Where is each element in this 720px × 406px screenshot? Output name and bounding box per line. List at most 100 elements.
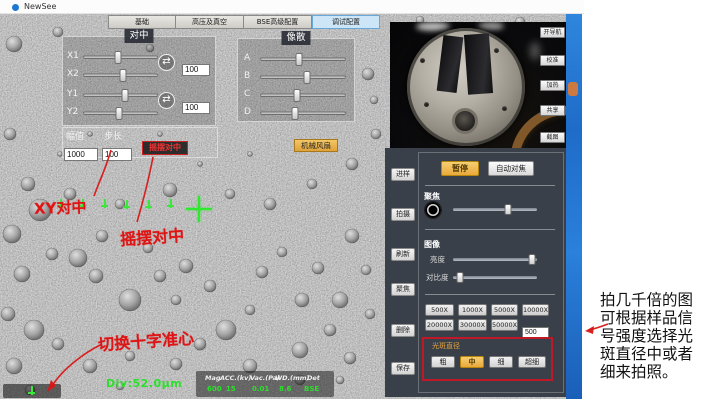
annotation-xy-centering: XY对中 [34,196,87,219]
mechanical-fan-button[interactable]: 机械风扇 [294,139,338,152]
slider-thumb-a[interactable] [295,53,302,66]
scale-tick [144,200,153,209]
margin-note-line: 可根据样品信 [600,309,718,327]
mag-5000x-button[interactable]: 5000X [491,304,518,316]
slider-label-x1: X1 [67,51,79,61]
image-section-label: 图像 [424,239,440,250]
scale-tick [100,199,109,208]
window-title: NewSee [24,2,56,11]
y-gain-input[interactable] [182,102,210,114]
slider-thumb-x2[interactable] [119,69,126,82]
mag-500x-button[interactable]: 500X [425,304,454,316]
mag-20000x-button[interactable]: 20000X [425,319,454,331]
contrast-slider-thumb[interactable] [456,272,463,283]
slider-row-c: C [244,89,350,101]
div-readout: Div:52.0μm [106,377,182,390]
delete-button[interactable]: 删除 [391,324,415,337]
screw-hole [494,48,499,53]
x-swap-icon[interactable]: ⇄ [158,54,175,71]
desktop-edge-strip [566,14,582,399]
annotation-wobble-centering: 摇摆对中 [119,222,185,250]
margin-note-line: 细来拍照。 [600,363,718,381]
heat-button[interactable]: 加热 [540,80,565,91]
slider-label-d: D [244,107,251,117]
reflection-highlight [478,22,504,30]
brightness-slider-track[interactable] [453,258,537,261]
slider-track-x2[interactable] [83,73,158,77]
slider-thumb-c[interactable] [294,89,301,102]
spot-medium-button[interactable]: 中 [460,356,484,368]
control-panel: 进样 拍摄 刷新 聚焦 删除 保存 暂停 自动对焦 聚焦 图像 亮度 对比度 5… [385,148,566,397]
tab-bse-advanced[interactable]: BSE高级配置 [244,15,312,29]
mag-50000x-button[interactable]: 50000X [491,319,518,331]
crosshair-toggle-widget[interactable] [3,384,61,398]
brightness-slider-thumb[interactable] [528,254,535,265]
save-button[interactable]: 保存 [391,362,415,375]
slider-thumb-y2[interactable] [116,107,123,120]
status-value-mag: 600 [207,385,222,393]
status-label-acc: ACC.(kv) [220,374,251,382]
tab-basic[interactable]: 基础 [108,15,176,29]
mag-1000x-button[interactable]: 1000X [458,304,487,316]
crosshair-marker [186,196,212,222]
amplitude-input[interactable] [64,148,98,161]
contrast-slider-track[interactable] [453,276,537,279]
slider-thumb-x1[interactable] [115,51,122,64]
y-swap-icon[interactable]: ⇄ [158,92,175,109]
focus-slider-thumb[interactable] [505,204,512,215]
open-navigation-button[interactable]: 开导航 [540,27,565,38]
divider [425,294,555,295]
slider-row-d: D [244,107,350,119]
slider-label-b: B [244,71,250,81]
status-label-mag: Mag [205,374,221,382]
slider-track-y1[interactable] [83,93,158,97]
x-gain-input[interactable] [182,64,210,76]
capture-button[interactable]: 拍摄 [391,208,415,221]
step-input[interactable] [102,148,132,161]
stage-center-hole [452,108,478,134]
pause-button[interactable]: 暂停 [441,161,479,176]
spot-coarse-button[interactable]: 粗 [431,356,455,368]
spot-size-highlight-box: 光斑直径 粗 中 细 超细 [422,337,553,381]
reflection-highlight [416,22,450,31]
focus-button[interactable]: 聚焦 [391,283,415,296]
slider-track-d[interactable] [260,111,346,115]
spot-ultrafine-button[interactable]: 超细 [518,356,546,368]
step-field-wrap [102,142,132,155]
screw-hole [420,58,425,63]
slider-track-y2[interactable] [83,111,158,115]
slider-thumb-b[interactable] [304,71,311,84]
desktop-icon-fragment [568,82,578,96]
status-value-vac: 0.01 [252,385,269,393]
tab-hv-vacuum[interactable]: 高压及真空 [176,15,244,29]
margin-note: 拍几千倍的图 可根据样品信 号强度选择光 斑直径中或者 细来拍照。 [600,291,718,381]
focus-slider-track[interactable] [453,208,537,211]
crosshair-mini-icon [27,386,36,395]
mag-30000x-button[interactable]: 30000X [458,319,487,331]
margin-note-line: 斑直径中或者 [600,345,718,363]
scale-tick [166,199,175,208]
slider-row-a: A [244,53,350,65]
slider-track-x1[interactable] [83,55,158,59]
slider-track-c[interactable] [260,93,346,97]
snapshot-button[interactable]: 截图 [540,132,565,143]
mag-10000x-button[interactable]: 10000X [522,304,549,316]
slider-track-a[interactable] [260,57,346,61]
slider-label-y1: Y1 [67,89,78,99]
load-sample-button[interactable]: 进样 [391,168,415,181]
calibrate-button[interactable]: 校准 [540,55,565,66]
slider-thumb-y1[interactable] [121,89,128,102]
tab-debug-config[interactable]: 调试配置 [312,15,380,29]
refresh-button[interactable]: 刷新 [391,248,415,261]
astigmatism-panel-title: 像散 [281,31,310,45]
astigmatism-panel: 像散 A B C D [237,38,355,122]
margin-note-line: 拍几千倍的图 [600,291,718,309]
focus-section-label: 聚焦 [424,191,440,202]
spot-size-label: 光斑直径 [432,341,460,351]
share-button[interactable]: 共享 [540,105,565,116]
slider-track-b[interactable] [260,75,346,79]
wobble-centering-button[interactable]: 摇摆对中 [142,141,188,155]
spot-fine-button[interactable]: 细 [489,356,513,368]
autofocus-button[interactable]: 自动对焦 [488,161,534,176]
slider-thumb-d[interactable] [292,107,299,120]
